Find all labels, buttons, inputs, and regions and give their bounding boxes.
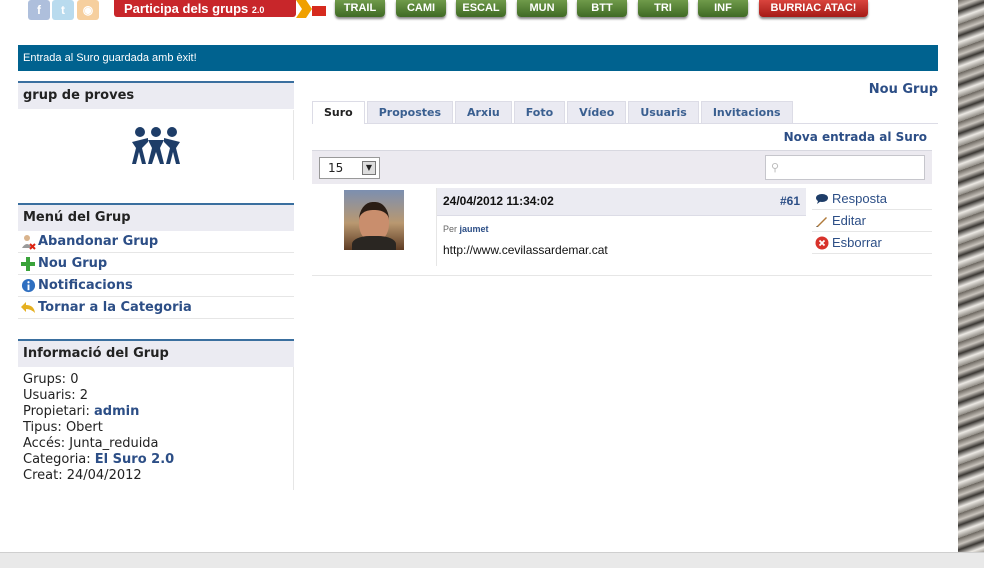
bottom-bar: [0, 552, 984, 568]
status-message: Entrada al Suro guardada amb èxit!: [18, 45, 938, 71]
menu-item-tornar-categoria[interactable]: Tornar a la Categoria: [18, 297, 294, 319]
menu-item-label: Nou Grup: [38, 255, 108, 271]
entry-actions: Resposta Editar Esborrar: [812, 188, 932, 254]
user-remove-icon: [18, 234, 38, 250]
menu-box: Menú del Grup Abandonar Grup Nou Grup No…: [18, 203, 294, 319]
info-label: Usuaris:: [23, 388, 76, 403]
info-value: 2: [79, 388, 89, 403]
per-page-select[interactable]: 15 ▼: [319, 157, 380, 179]
resposta-button[interactable]: Resposta: [812, 188, 932, 210]
info-label: Propietari:: [23, 404, 90, 419]
nova-entrada-link[interactable]: Nova entrada al Suro: [784, 130, 927, 144]
speech-bubble-icon: [812, 193, 832, 205]
action-label: Editar: [832, 212, 866, 228]
facebook-icon[interactable]: f: [28, 0, 50, 20]
info-label: Creat:: [23, 468, 63, 483]
info-groups: Grups: 0: [23, 372, 288, 388]
nav-tri-button[interactable]: TRI: [638, 0, 688, 17]
tab-invitacions[interactable]: Invitacions: [700, 101, 793, 123]
category-link[interactable]: El Suro 2.0: [95, 452, 174, 467]
participa-version: 2.0: [251, 5, 265, 15]
info-label: Categoria:: [23, 452, 91, 467]
info-access: Accés: Junta_reduida: [23, 436, 288, 452]
suro-entry: 24/04/2012 11:34:02 #61 Per jaumet http:…: [312, 188, 932, 276]
twitter-icon[interactable]: t: [52, 0, 74, 20]
group-title: grup de proves: [18, 83, 294, 109]
per-page-value: 15: [328, 161, 344, 175]
entry-author: Per jaumet: [443, 224, 489, 234]
return-arrow-icon: [18, 300, 38, 316]
info-category: Categoria: El Suro 2.0: [23, 452, 288, 468]
rss-icon[interactable]: ◉: [77, 0, 99, 20]
nav-btt-button[interactable]: BTT: [577, 0, 627, 17]
pencil-icon: [812, 214, 832, 228]
menu-item-abandonar-grup[interactable]: Abandonar Grup: [18, 231, 294, 253]
entry-body: 24/04/2012 11:34:02 #61 Per jaumet http:…: [436, 188, 806, 266]
avatar[interactable]: [344, 190, 404, 250]
list-toolbar: 15 ▼ ⚲: [312, 150, 932, 184]
tab-bar: Suro Propostes Arxiu Foto Vídeo Usuaris …: [312, 101, 938, 124]
info-value: 24/04/2012: [66, 468, 142, 483]
entry-text: http://www.cevilassardemar.cat: [443, 243, 608, 257]
info-type: Tipus: Obert: [23, 420, 288, 436]
info-created: Creat: 24/04/2012: [23, 468, 288, 484]
info-owner: Propietari: admin: [23, 404, 288, 420]
tab-suro[interactable]: Suro: [312, 101, 365, 124]
author-link[interactable]: jaumet: [460, 224, 489, 234]
nou-grup-link[interactable]: Nou Grup: [869, 82, 938, 97]
group-people-icon: [132, 127, 180, 164]
menu-item-label: Tornar a la Categoria: [38, 299, 192, 315]
entry-date: 24/04/2012 11:34:02: [443, 194, 554, 208]
menu-item-label: Abandonar Grup: [38, 233, 159, 249]
chevron-down-icon[interactable]: ▼: [362, 161, 376, 175]
participa-label: Participa dels grups: [124, 1, 249, 16]
author-prefix: Per: [443, 224, 458, 234]
owner-link[interactable]: admin: [94, 404, 139, 419]
plus-icon: [18, 256, 38, 272]
top-bar: f t ◉ Participa dels grups 2.0 TRAIL CAM…: [0, 0, 958, 22]
info-value: 0: [70, 372, 79, 387]
background-photo: [958, 0, 984, 552]
tab-usuaris[interactable]: Usuaris: [628, 101, 699, 123]
sidebar: grup de proves Menú del Grup Abandonar G…: [18, 81, 294, 510]
nav-cami-button[interactable]: CAMI: [396, 0, 446, 17]
entry-number[interactable]: #61: [780, 194, 800, 208]
tab-foto[interactable]: Foto: [513, 101, 566, 123]
info-body: Grups: 0 Usuaris: 2 Propietari: admin Ti…: [18, 367, 294, 490]
info-icon: [18, 278, 38, 294]
action-label: Resposta: [832, 190, 887, 206]
nav-mun-button[interactable]: MUN: [517, 0, 567, 17]
tab-propostes[interactable]: Propostes: [366, 101, 454, 123]
menu-item-label: Notificacions: [38, 277, 133, 293]
participa-banner[interactable]: Participa dels grups 2.0: [114, 0, 296, 17]
search-input[interactable]: ⚲: [765, 155, 925, 180]
delete-icon: [812, 236, 832, 250]
info-box: Informació del Grup Grups: 0 Usuaris: 2 …: [18, 339, 294, 490]
club-logo-icon: [296, 0, 326, 18]
info-label: Accés:: [23, 436, 66, 451]
nav-trail-button[interactable]: TRAIL: [335, 0, 385, 17]
tab-arxiu[interactable]: Arxiu: [455, 101, 512, 123]
info-label: Grups:: [23, 372, 67, 387]
group-logo: [18, 109, 294, 183]
divider: [293, 110, 294, 180]
nav-burriac-button[interactable]: BURRIAC ATAC!: [759, 0, 868, 17]
nav-inf-button[interactable]: INF: [698, 0, 748, 17]
menu-title: Menú del Grup: [18, 205, 294, 231]
info-value: Junta_reduida: [69, 436, 159, 451]
search-icon: ⚲: [771, 161, 780, 174]
menu-item-notificacions[interactable]: Notificacions: [18, 275, 294, 297]
nav-escal-button[interactable]: ESCAL: [456, 0, 506, 17]
info-label: Tipus:: [23, 420, 62, 435]
group-box: grup de proves: [18, 81, 294, 183]
menu-item-nou-grup[interactable]: Nou Grup: [18, 253, 294, 275]
editar-button[interactable]: Editar: [812, 210, 932, 232]
action-label: Esborrar: [832, 234, 882, 250]
info-title: Informació del Grup: [18, 341, 294, 367]
info-value: Obert: [65, 420, 103, 435]
info-users: Usuaris: 2: [23, 388, 288, 404]
tab-video[interactable]: Vídeo: [567, 101, 627, 123]
esborrar-button[interactable]: Esborrar: [812, 232, 932, 254]
entry-header: 24/04/2012 11:34:02 #61: [437, 188, 806, 216]
